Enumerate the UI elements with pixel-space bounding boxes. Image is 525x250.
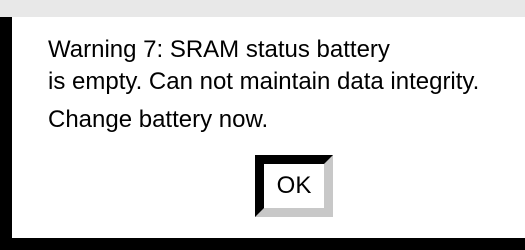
warning-message-line-2: is empty. Can not maintain data integrit… bbox=[48, 68, 480, 95]
warning-message-line-3: Change battery now. bbox=[48, 106, 269, 133]
dialog-top-bar bbox=[0, 0, 525, 17]
warning-message-line-1: Warning 7: SRAM status battery bbox=[48, 36, 390, 63]
ok-button[interactable]: OK bbox=[255, 155, 333, 217]
warning-dialog: Warning 7: SRAM status battery is empty.… bbox=[0, 17, 525, 250]
